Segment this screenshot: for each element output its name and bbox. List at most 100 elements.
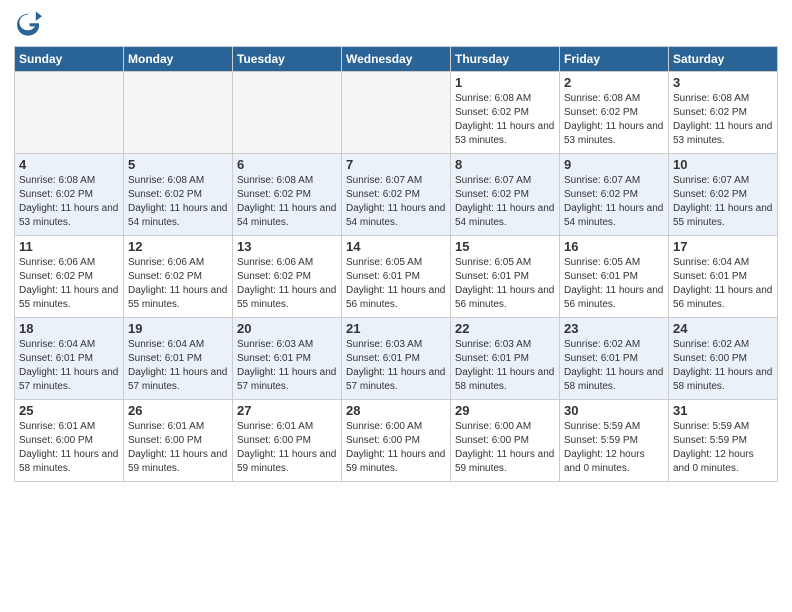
day-number: 17 xyxy=(673,239,773,254)
calendar-week-row: 1 Sunrise: 6:08 AM Sunset: 6:02 PM Daylig… xyxy=(15,72,778,154)
day-info: Sunrise: 6:02 AM Sunset: 6:01 PM Dayligh… xyxy=(564,338,664,394)
weekday-header-tuesday: Tuesday xyxy=(233,47,342,72)
calendar-cell: 26 Sunrise: 6:01 AM Sunset: 6:00 PM Dayli… xyxy=(124,400,233,482)
day-info: Sunrise: 6:04 AM Sunset: 6:01 PM Dayligh… xyxy=(128,338,228,394)
header xyxy=(14,10,778,38)
day-info: Sunrise: 6:04 AM Sunset: 6:01 PM Dayligh… xyxy=(673,256,773,312)
page: SundayMondayTuesdayWednesdayThursdayFrid… xyxy=(0,0,792,612)
day-number: 14 xyxy=(346,239,446,254)
day-info: Sunrise: 6:08 AM Sunset: 6:02 PM Dayligh… xyxy=(455,92,555,148)
calendar-cell: 10Sunrise: 6:07 AM Sunset: 6:02 PM Dayli… xyxy=(669,154,778,236)
calendar-cell: 19 Sunrise: 6:04 AM Sunset: 6:01 PM Dayli… xyxy=(124,318,233,400)
day-number: 11 xyxy=(19,239,119,254)
day-number: 7 xyxy=(346,157,446,172)
day-number: 24 xyxy=(673,321,773,336)
day-info: Sunrise: 6:06 AM Sunset: 6:02 PM Dayligh… xyxy=(237,256,337,312)
weekday-header-thursday: Thursday xyxy=(451,47,560,72)
day-number: 10 xyxy=(673,157,773,172)
calendar-cell: 4 Sunrise: 6:08 AM Sunset: 6:02 PM Daylig… xyxy=(15,154,124,236)
calendar-week-row: 4 Sunrise: 6:08 AM Sunset: 6:02 PM Daylig… xyxy=(15,154,778,236)
day-info: Sunrise: 6:03 AM Sunset: 6:01 PM Dayligh… xyxy=(455,338,555,394)
calendar-cell: 1 Sunrise: 6:08 AM Sunset: 6:02 PM Daylig… xyxy=(451,72,560,154)
calendar-week-row: 11 Sunrise: 6:06 AM Sunset: 6:02 PM Dayli… xyxy=(15,236,778,318)
calendar-cell: 9Sunrise: 6:07 AM Sunset: 6:02 PM Daylig… xyxy=(560,154,669,236)
calendar-cell: 3 Sunrise: 6:08 AM Sunset: 6:02 PM Daylig… xyxy=(669,72,778,154)
calendar-cell: 15Sunrise: 6:05 AM Sunset: 6:01 PM Dayli… xyxy=(451,236,560,318)
calendar-cell: 6 Sunrise: 6:08 AM Sunset: 6:02 PM Daylig… xyxy=(233,154,342,236)
day-info: Sunrise: 6:07 AM Sunset: 6:02 PM Dayligh… xyxy=(455,174,555,230)
calendar-week-row: 25Sunrise: 6:01 AM Sunset: 6:00 PM Dayli… xyxy=(15,400,778,482)
day-info: Sunrise: 6:06 AM Sunset: 6:02 PM Dayligh… xyxy=(19,256,119,312)
day-info: Sunrise: 6:01 AM Sunset: 6:00 PM Dayligh… xyxy=(19,420,119,476)
day-info: Sunrise: 6:08 AM Sunset: 6:02 PM Dayligh… xyxy=(128,174,228,230)
day-info: Sunrise: 6:08 AM Sunset: 6:02 PM Dayligh… xyxy=(19,174,119,230)
calendar-cell: 13Sunrise: 6:06 AM Sunset: 6:02 PM Dayli… xyxy=(233,236,342,318)
day-number: 5 xyxy=(128,157,228,172)
logo xyxy=(14,10,46,38)
calendar-cell: 7 Sunrise: 6:07 AM Sunset: 6:02 PM Daylig… xyxy=(342,154,451,236)
calendar-cell: 8 Sunrise: 6:07 AM Sunset: 6:02 PM Daylig… xyxy=(451,154,560,236)
day-number: 23 xyxy=(564,321,664,336)
weekday-header-friday: Friday xyxy=(560,47,669,72)
calendar-cell: 2 Sunrise: 6:08 AM Sunset: 6:02 PM Daylig… xyxy=(560,72,669,154)
day-number: 27 xyxy=(237,403,337,418)
day-number: 2 xyxy=(564,75,664,90)
calendar-cell: 29 Sunrise: 6:00 AM Sunset: 6:00 PM Dayli… xyxy=(451,400,560,482)
day-number: 8 xyxy=(455,157,555,172)
day-number: 22 xyxy=(455,321,555,336)
calendar-cell xyxy=(15,72,124,154)
day-number: 30 xyxy=(564,403,664,418)
calendar-table: SundayMondayTuesdayWednesdayThursdayFrid… xyxy=(14,46,778,482)
weekday-header-saturday: Saturday xyxy=(669,47,778,72)
day-info: Sunrise: 6:01 AM Sunset: 6:00 PM Dayligh… xyxy=(237,420,337,476)
day-info: Sunrise: 5:59 AM Sunset: 5:59 PM Dayligh… xyxy=(564,420,664,476)
day-number: 29 xyxy=(455,403,555,418)
day-info: Sunrise: 6:05 AM Sunset: 6:01 PM Dayligh… xyxy=(346,256,446,312)
logo-icon xyxy=(14,10,42,38)
day-info: Sunrise: 6:02 AM Sunset: 6:00 PM Dayligh… xyxy=(673,338,773,394)
calendar-cell: 11 Sunrise: 6:06 AM Sunset: 6:02 PM Dayli… xyxy=(15,236,124,318)
calendar-cell: 18 Sunrise: 6:04 AM Sunset: 6:01 PM Dayli… xyxy=(15,318,124,400)
day-number: 19 xyxy=(128,321,228,336)
day-info: Sunrise: 5:59 AM Sunset: 5:59 PM Dayligh… xyxy=(673,420,773,476)
day-info: Sunrise: 6:05 AM Sunset: 6:01 PM Dayligh… xyxy=(564,256,664,312)
day-info: Sunrise: 6:00 AM Sunset: 6:00 PM Dayligh… xyxy=(346,420,446,476)
day-info: Sunrise: 6:06 AM Sunset: 6:02 PM Dayligh… xyxy=(128,256,228,312)
day-number: 16 xyxy=(564,239,664,254)
calendar-cell: 22 Sunrise: 6:03 AM Sunset: 6:01 PM Dayli… xyxy=(451,318,560,400)
calendar-cell: 20Sunrise: 6:03 AM Sunset: 6:01 PM Dayli… xyxy=(233,318,342,400)
day-info: Sunrise: 6:08 AM Sunset: 6:02 PM Dayligh… xyxy=(673,92,773,148)
day-number: 1 xyxy=(455,75,555,90)
calendar-cell: 5 Sunrise: 6:08 AM Sunset: 6:02 PM Daylig… xyxy=(124,154,233,236)
calendar-week-row: 18 Sunrise: 6:04 AM Sunset: 6:01 PM Dayli… xyxy=(15,318,778,400)
calendar-cell: 21 Sunrise: 6:03 AM Sunset: 6:01 PM Dayli… xyxy=(342,318,451,400)
day-number: 21 xyxy=(346,321,446,336)
day-number: 12 xyxy=(128,239,228,254)
day-number: 31 xyxy=(673,403,773,418)
day-number: 4 xyxy=(19,157,119,172)
weekday-header-sunday: Sunday xyxy=(15,47,124,72)
day-info: Sunrise: 6:08 AM Sunset: 6:02 PM Dayligh… xyxy=(564,92,664,148)
day-info: Sunrise: 6:01 AM Sunset: 6:00 PM Dayligh… xyxy=(128,420,228,476)
calendar-cell xyxy=(342,72,451,154)
day-number: 6 xyxy=(237,157,337,172)
day-number: 26 xyxy=(128,403,228,418)
day-number: 28 xyxy=(346,403,446,418)
day-info: Sunrise: 6:08 AM Sunset: 6:02 PM Dayligh… xyxy=(237,174,337,230)
calendar-cell: 30 Sunrise: 5:59 AM Sunset: 5:59 PM Dayli… xyxy=(560,400,669,482)
day-number: 18 xyxy=(19,321,119,336)
day-info: Sunrise: 6:03 AM Sunset: 6:01 PM Dayligh… xyxy=(346,338,446,394)
calendar-cell xyxy=(233,72,342,154)
day-info: Sunrise: 6:04 AM Sunset: 6:01 PM Dayligh… xyxy=(19,338,119,394)
day-number: 3 xyxy=(673,75,773,90)
weekday-header-wednesday: Wednesday xyxy=(342,47,451,72)
day-info: Sunrise: 6:07 AM Sunset: 6:02 PM Dayligh… xyxy=(346,174,446,230)
weekday-header-row: SundayMondayTuesdayWednesdayThursdayFrid… xyxy=(15,47,778,72)
calendar-cell: 28 Sunrise: 6:00 AM Sunset: 6:00 PM Dayli… xyxy=(342,400,451,482)
calendar-cell xyxy=(124,72,233,154)
calendar-cell: 24 Sunrise: 6:02 AM Sunset: 6:00 PM Dayli… xyxy=(669,318,778,400)
calendar-cell: 25Sunrise: 6:01 AM Sunset: 6:00 PM Dayli… xyxy=(15,400,124,482)
calendar-cell: 17 Sunrise: 6:04 AM Sunset: 6:01 PM Dayli… xyxy=(669,236,778,318)
day-info: Sunrise: 6:03 AM Sunset: 6:01 PM Dayligh… xyxy=(237,338,337,394)
day-info: Sunrise: 6:00 AM Sunset: 6:00 PM Dayligh… xyxy=(455,420,555,476)
